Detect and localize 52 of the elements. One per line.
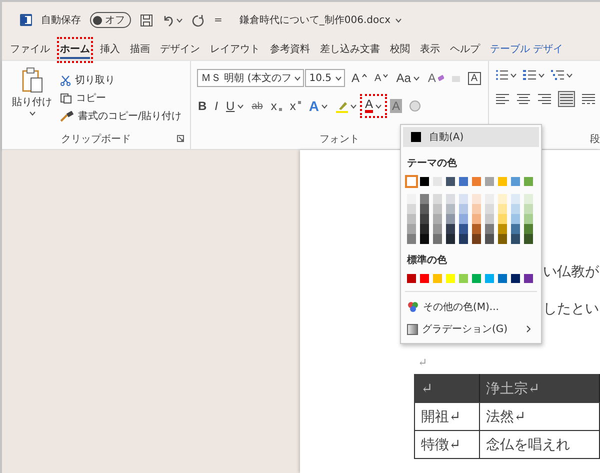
ribbon-tab[interactable]: ファイル — [10, 40, 50, 60]
customize-button[interactable]: = — [214, 14, 222, 26]
body-text: したとい — [543, 301, 599, 317]
strikethrough-button[interactable]: ab — [250, 100, 264, 112]
autosave-toggle[interactable]: オフ — [90, 12, 131, 28]
ribbon-tab[interactable]: ホーム — [60, 40, 90, 60]
clear-formatting-button[interactable]: A — [426, 70, 445, 86]
table-cell: 法然↵ — [480, 402, 600, 430]
automatic-color-item[interactable]: 自動(A) — [403, 127, 539, 147]
ribbon-tab[interactable]: 表示 — [420, 40, 440, 60]
table-header-cell: 浄土宗↵ — [480, 374, 600, 402]
text-effects-button[interactable]: A — [308, 97, 329, 115]
change-case-button[interactable]: Aa — [395, 70, 421, 86]
gradient-item[interactable]: グラデーション(G) — [401, 318, 541, 340]
table-cell: 開祖↵ — [414, 402, 480, 430]
group-label: 段 — [590, 133, 600, 146]
shrink-font-button[interactable]: A — [374, 72, 390, 84]
paste-button[interactable]: 貼り付け — [8, 65, 56, 131]
underline-button[interactable]: U — [225, 98, 245, 114]
section-heading: 標準の色 — [406, 254, 448, 268]
table-header-cell: ↵ — [414, 374, 480, 402]
superscript-button[interactable]: x — [288, 98, 302, 114]
subscript-button[interactable]: x — [270, 98, 283, 114]
ribbon-tab[interactable]: 校閲 — [390, 40, 410, 60]
italic-button[interactable]: I — [214, 98, 220, 114]
ribbon-tab[interactable]: 描画 — [130, 40, 150, 60]
character-border-button[interactable]: A — [466, 70, 482, 86]
format-painter-button[interactable]: 書式のコピー/貼り付け — [60, 109, 182, 123]
ribbon-tab[interactable]: レイアウト — [210, 40, 260, 60]
ribbon-tab[interactable]: 挿入 — [100, 40, 120, 60]
body-text: い仏教が — [543, 264, 599, 280]
grow-font-button[interactable]: A — [350, 70, 368, 86]
font-color-button[interactable]: A — [364, 98, 383, 114]
font-name-field[interactable]: ＭＳ 明朝 (本文のフ — [197, 69, 304, 87]
ribbon-tab[interactable]: デザイン — [160, 40, 200, 60]
autosave-label: 自動保存 — [41, 14, 81, 27]
ribbon-tab[interactable]: 参考資料 — [270, 40, 310, 60]
group-label: クリップボード — [61, 132, 131, 146]
bold-button[interactable]: B — [197, 98, 208, 114]
file-name: 鎌倉時代について_制作006.docx — [239, 14, 391, 27]
cut-button[interactable]: 切り取り — [60, 73, 182, 87]
ribbon-tab[interactable]: 差し込み文書 — [320, 40, 380, 60]
font-size-field[interactable]: 10.5 — [305, 69, 345, 87]
table-cell: 特徴↵ — [414, 430, 480, 458]
ribbon-tab[interactable]: ヘルプ — [450, 40, 480, 60]
copy-button[interactable]: コピー — [60, 91, 182, 105]
table-cell: 念仏を唱えれ — [480, 430, 600, 458]
group-label: フォント — [319, 133, 360, 146]
section-heading: テーマの色 — [406, 156, 458, 171]
paragraph-mark: ↵ — [418, 356, 428, 369]
ribbon-tab[interactable]: テーブル デザイ — [490, 40, 564, 60]
more-colors-item[interactable]: その他の色(M)... — [401, 296, 541, 318]
